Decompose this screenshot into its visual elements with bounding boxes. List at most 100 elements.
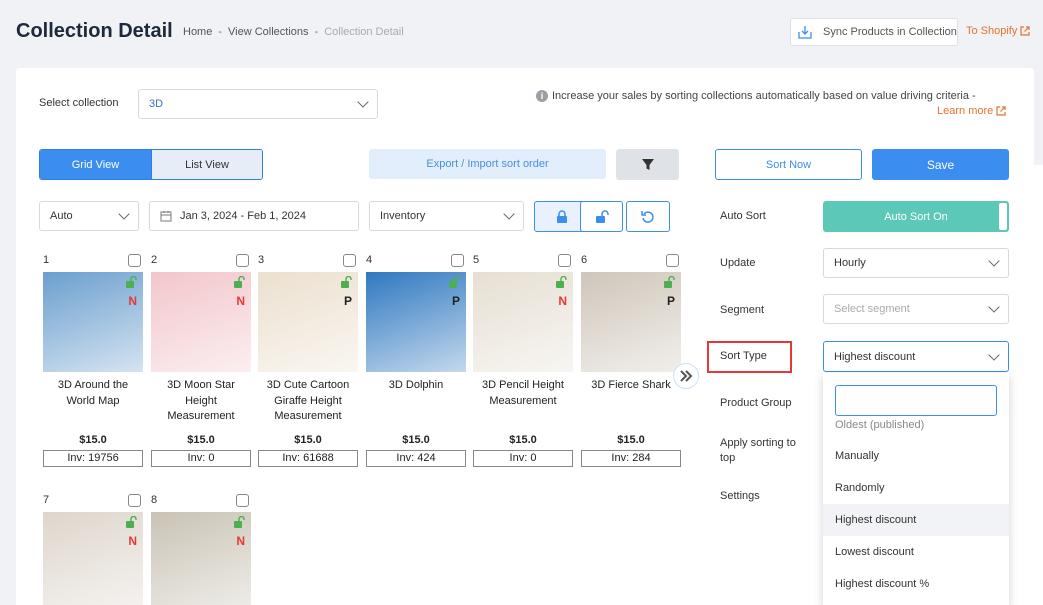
product-badge: N [558, 294, 567, 308]
product-price: $15.0 [294, 434, 322, 446]
product-badge: N [236, 294, 245, 308]
unlock-button[interactable] [580, 201, 623, 232]
lock-icon [557, 210, 567, 223]
metric-select[interactable]: Inventory [369, 201, 524, 231]
date-range-picker[interactable]: Jan 3, 2024 - Feb 1, 2024 [149, 201, 359, 231]
dropdown-item[interactable]: Highest discount [823, 504, 1009, 536]
product-inventory: Inv: 19756 [43, 450, 143, 467]
sort-now-button[interactable]: Sort Now [715, 149, 862, 180]
unlock-icon[interactable] [125, 276, 137, 288]
learn-more-link[interactable]: Learn more [937, 105, 1006, 117]
external-link-icon [996, 106, 1006, 116]
product-checkbox[interactable] [236, 254, 249, 267]
product-image: P [258, 272, 358, 372]
auto-sort-toggle[interactable]: Auto Sort On [823, 201, 1009, 232]
breadcrumb-view-collections[interactable]: View Collections [228, 26, 309, 38]
product-checkbox[interactable] [451, 254, 464, 267]
product-checkbox[interactable] [558, 254, 571, 267]
product-image: N [151, 512, 251, 605]
product-name: 3D Moon Star Height Measurement [167, 379, 235, 422]
dropdown-search-input[interactable] [835, 385, 997, 416]
product-image: P [366, 272, 466, 372]
unlock-icon[interactable] [448, 276, 460, 288]
product-card[interactable]: 1 N 3D Around the World Map $15.0 Inv: 19756 [43, 254, 143, 469]
product-card[interactable]: 5 N 3D Pencil Height Measurement $15.0 Inv: … [473, 254, 573, 469]
unlock-icon[interactable] [233, 516, 245, 528]
download-icon [798, 26, 812, 39]
main-card: Select collection 3D i Increase your sal… [16, 68, 1034, 605]
product-card[interactable]: 6 P 3D Fierce Shark $15.0 Inv: 284 [581, 254, 681, 469]
sort-type-value: Highest discount [834, 350, 916, 363]
product-card[interactable]: 8N [151, 494, 251, 605]
unlock-icon [595, 210, 609, 223]
product-inventory: Inv: 61688 [258, 450, 358, 467]
right-edge-strip [1033, 165, 1043, 605]
breadcrumb-separator: - [314, 26, 319, 38]
dropdown-item[interactable]: Randomly [823, 472, 1009, 504]
dropdown-item[interactable]: Manually [823, 440, 1009, 472]
product-checkbox[interactable] [343, 254, 356, 267]
product-checkbox[interactable] [236, 494, 249, 507]
product-inventory: Inv: 424 [366, 450, 466, 467]
unlock-icon[interactable] [233, 276, 245, 288]
to-shopify-label: To Shopify [966, 25, 1018, 37]
product-card[interactable]: 2 N 3D Moon Star Height Measurement $15.0 In… [151, 254, 251, 469]
chevron-down-icon [988, 301, 1000, 313]
breadcrumb-home[interactable]: Home [183, 26, 212, 38]
product-name: 3D Fierce Shark [591, 379, 671, 391]
update-label: Update [720, 257, 756, 269]
product-card[interactable]: 7N [43, 494, 143, 605]
export-import-button[interactable]: Export / Import sort order [369, 149, 606, 179]
info-icon: i [536, 90, 548, 102]
product-name: 3D Cute Cartoon Giraffe Height Measureme… [266, 379, 350, 422]
product-badge: N [128, 294, 137, 308]
auto-select-value: Auto [50, 210, 73, 222]
dropdown-item[interactable]: Highest discount % [823, 568, 1009, 600]
product-image: P [581, 272, 681, 372]
chevron-down-icon [988, 255, 1000, 267]
unlock-icon[interactable] [125, 516, 137, 528]
product-checkbox[interactable] [128, 254, 141, 267]
product-badge: N [128, 534, 137, 548]
product-badge: P [666, 294, 675, 308]
product-checkbox[interactable] [128, 494, 141, 507]
to-shopify-link[interactable]: To Shopify [966, 25, 1030, 37]
list-view-button[interactable]: List View [151, 150, 262, 179]
segment-select-placeholder: Select segment [834, 303, 910, 315]
unlock-icon[interactable] [555, 276, 567, 288]
collection-select[interactable]: 3D [138, 89, 378, 119]
product-price: $15.0 [187, 434, 215, 446]
product-image: N [43, 512, 143, 605]
grid-view-button[interactable]: Grid View [40, 150, 151, 179]
product-group-label: Product Group [720, 397, 792, 409]
product-price: $15.0 [402, 434, 430, 446]
sync-products-button[interactable]: Sync Products in Collection [790, 18, 958, 46]
segment-select[interactable]: Select segment [823, 294, 1009, 324]
sort-type-dropdown: Oldest (published) Manually Randomly Highe… [823, 373, 1009, 605]
filter-icon [641, 158, 654, 170]
scroll-right-button[interactable] [673, 363, 699, 389]
product-name: 3D Dolphin [388, 379, 444, 391]
dropdown-item[interactable]: Lowest discount [823, 536, 1009, 568]
product-inventory: Inv: 0 [473, 450, 573, 467]
save-button[interactable]: Save [872, 149, 1009, 180]
chevron-down-icon [357, 96, 369, 108]
reset-button[interactable] [626, 201, 670, 232]
auto-select[interactable]: Auto [39, 201, 139, 231]
product-image: N [43, 272, 143, 372]
filter-button[interactable] [616, 149, 679, 180]
product-card[interactable]: 4 P 3D Dolphin $15.0 Inv: 424 [366, 254, 466, 469]
page-header: Collection Detail Home - View Collection… [0, 0, 1043, 62]
update-select[interactable]: Hourly [823, 248, 1009, 278]
product-card[interactable]: 3 P 3D Cute Cartoon Giraffe Height Measure… [258, 254, 358, 469]
product-badge: N [236, 534, 245, 548]
unlock-icon[interactable] [663, 276, 675, 288]
product-name: 3D Around the World Map [57, 379, 129, 407]
segment-label: Segment [720, 304, 765, 316]
sort-type-select[interactable]: Highest discount [823, 341, 1009, 372]
sync-products-label: Sync Products in Collection [823, 26, 957, 38]
select-collection-label: Select collection [39, 97, 119, 109]
dropdown-partial-item[interactable]: Oldest (published) [823, 419, 1009, 431]
product-checkbox[interactable] [666, 254, 679, 267]
unlock-icon[interactable] [340, 276, 352, 288]
